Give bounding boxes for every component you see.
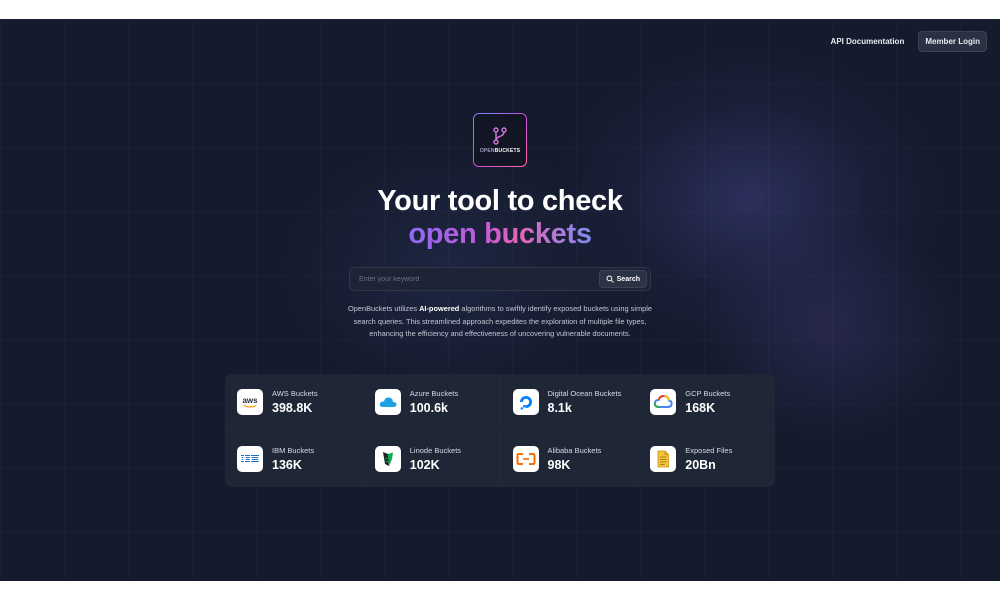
stat-text: Azure Buckets 100.6k: [410, 389, 458, 415]
aws-icon: aws: [237, 389, 263, 415]
stat-value: 398.8K: [272, 401, 313, 415]
stat-label: AWS Buckets: [272, 389, 318, 398]
stat-label: GCP Buckets: [685, 389, 731, 398]
stats-grid: aws AWS Buckets 398.8K Azure Buckets 100…: [225, 374, 775, 487]
gcp-icon: [650, 389, 677, 415]
digital-ocean-icon: [512, 389, 539, 415]
logo-text-open: OPEN: [479, 147, 495, 154]
stat-value: 8.1k: [547, 401, 572, 415]
logo: OPENBUCKETS: [473, 113, 527, 167]
ibm-icon: [237, 446, 263, 472]
hero-line-2: open buckets: [408, 218, 592, 250]
azure-icon: [374, 389, 401, 415]
stat-value: 136K: [272, 458, 302, 472]
stat-text: AWS Buckets 398.8K: [272, 389, 318, 415]
stat-text: Linode Buckets 102K: [410, 446, 461, 472]
member-login-button[interactable]: Member Login: [918, 31, 987, 52]
linode-icon: [374, 446, 401, 472]
stat-label: Exposed Files: [685, 446, 733, 455]
top-navigation: API Documentation Member Login: [823, 31, 987, 52]
stat-gcp-buckets[interactable]: GCP Buckets 168K: [638, 374, 775, 430]
stat-alibaba-buckets[interactable]: Alibaba Buckets 98K: [500, 431, 638, 487]
background-grid: [0, 19, 1000, 581]
stat-value: 100.6k: [409, 401, 448, 415]
description-text: OpenBuckets utilizes AI-powered algorith…: [340, 303, 660, 341]
stat-text: GCP Buckets 168K: [685, 389, 730, 415]
page-viewport: API Documentation Member Login OPENBUCKE…: [0, 19, 1000, 581]
stat-value: 98K: [547, 458, 571, 472]
hero-line-1: Your tool to check: [377, 185, 623, 217]
svg-text:aws: aws: [242, 396, 258, 405]
stat-text: Alibaba Buckets 98K: [548, 446, 602, 472]
search-input[interactable]: [350, 268, 599, 290]
stat-text: Exposed Files 20Bn: [685, 446, 732, 472]
stat-label: IBM Buckets: [272, 446, 315, 455]
stat-label: Alibaba Buckets: [547, 446, 602, 455]
alibaba-icon: [512, 446, 539, 472]
search-button[interactable]: Search: [598, 270, 647, 288]
description-bold: AI-powered: [419, 304, 460, 313]
stat-label: Azure Buckets: [409, 389, 459, 398]
stat-ibm-buckets[interactable]: IBM Buckets 136K: [225, 431, 362, 487]
stat-label: Linode Buckets: [409, 446, 462, 455]
stat-label: Digital Ocean Buckets: [547, 389, 622, 398]
stat-text: IBM Buckets 136K: [272, 446, 314, 472]
stat-digital-ocean-buckets[interactable]: Digital Ocean Buckets 8.1k: [500, 374, 638, 430]
search-bar: Search: [349, 267, 651, 291]
stat-linode-buckets[interactable]: Linode Buckets 102K: [362, 431, 500, 487]
search-button-label: Search: [616, 275, 640, 283]
hero-heading: Your tool to check open buckets: [0, 185, 1000, 251]
search-icon: [606, 275, 614, 283]
logo-inner: OPENBUCKETS: [474, 114, 526, 166]
stat-value: 20Bn: [685, 458, 716, 472]
stat-exposed-files[interactable]: Exposed Files 20Bn: [638, 431, 775, 487]
stat-azure-buckets[interactable]: Azure Buckets 100.6k: [362, 374, 500, 430]
logo-wordmark: OPENBUCKETS: [480, 148, 521, 154]
stat-text: Digital Ocean Buckets 8.1k: [548, 389, 622, 415]
description-part-1: OpenBuckets utilizes: [348, 304, 420, 313]
git-branch-icon: [493, 126, 507, 145]
stat-value: 168K: [685, 401, 716, 415]
file-icon: [650, 446, 677, 472]
stat-value: 102K: [409, 458, 440, 472]
stat-aws-buckets[interactable]: aws AWS Buckets 398.8K: [225, 374, 362, 430]
api-documentation-link[interactable]: API Documentation: [823, 31, 913, 52]
logo-text-buckets: BUCKETS: [494, 147, 521, 154]
